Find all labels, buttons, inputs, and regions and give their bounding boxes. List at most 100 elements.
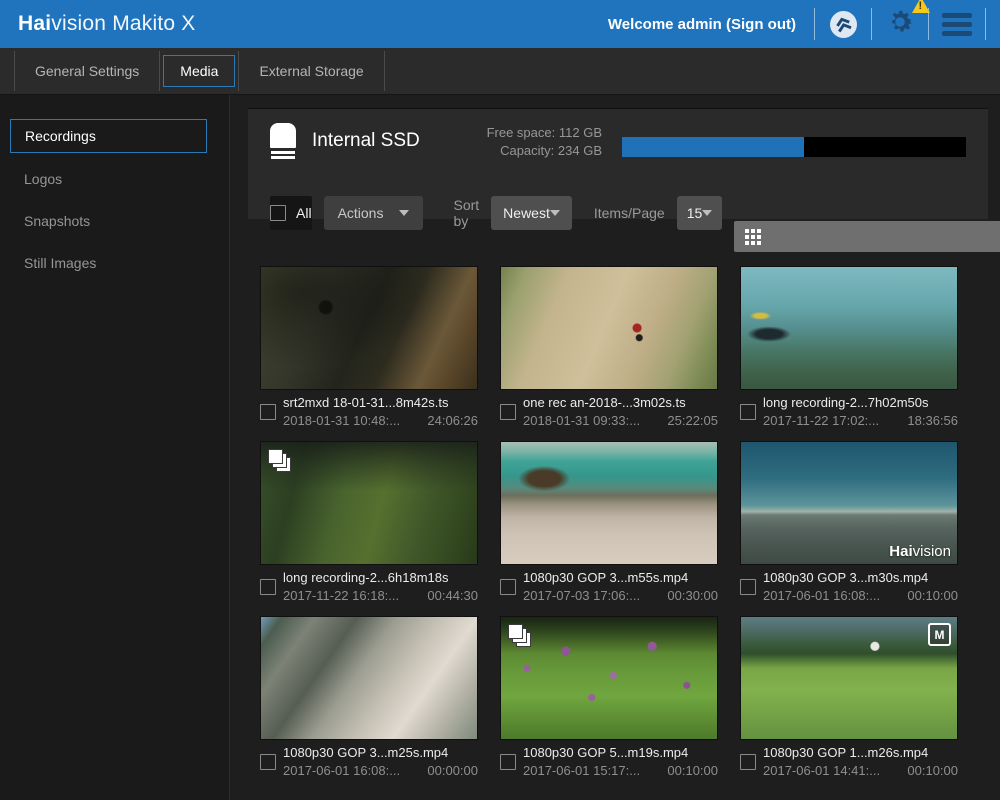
recording-duration: 00:30:00 [667,588,718,603]
recording-text: 1080p30 GOP 3...m30s.mp4 2017-06-01 16:08… [763,570,958,603]
m-badge-icon: M [928,623,951,646]
recording-thumbnail[interactable] [740,266,958,390]
watermark-rest: vision [913,543,951,560]
recording-duration: 24:06:26 [427,413,478,428]
recording-checkbox[interactable] [500,404,516,420]
recording-meta: 1080p30 GOP 3...m30s.mp4 2017-06-01 16:08… [740,570,958,603]
recording-card: 1080p30 GOP 5...m19s.mp4 2017-06-01 15:17… [500,616,718,778]
recording-subline: 2017-06-01 16:08:...00:00:00 [283,763,478,778]
status-button[interactable] [815,0,871,48]
chevron-down-icon [550,210,560,216]
sort-dropdown[interactable]: Newest [491,196,572,230]
sort-by-label: Sort by [453,197,479,229]
items-per-page-dropdown[interactable]: 15 [677,196,723,230]
recording-date: 2017-06-01 16:08:... [763,588,880,603]
recording-checkbox[interactable] [740,579,756,595]
recording-card: long recording-2...7h02m50s 2017-11-22 17… [740,266,958,428]
recording-text: srt2mxd 18-01-31...8m42s.ts2018-01-31 10… [283,395,478,428]
tab-media[interactable]: Media [163,55,235,87]
recording-text: 1080p30 GOP 5...m19s.mp4 2017-06-01 15:17… [523,745,718,778]
storage-info-row: Internal SSD Free space: 112 GB Capacity… [270,121,966,160]
recording-subline: 2017-06-01 14:41:... 00:10:00 [763,763,958,778]
storage-title: Internal SSD [312,130,420,152]
recording-date: 2017-06-01 14:41:... [763,763,880,778]
recording-duration: 00:44:30 [427,588,478,603]
recording-subline: 2017-06-01 15:17:...00:10:00 [523,763,718,778]
grid-view-button[interactable] [734,221,1000,252]
sidebar-item-snapshots[interactable]: Snapshots [0,205,229,237]
select-all-checkbox[interactable] [270,205,286,221]
recording-thumbnail[interactable] [500,266,718,390]
recording-thumbnail[interactable] [260,616,478,740]
recording-date: 2017-06-01 16:08:... [283,763,400,778]
recording-text: one rec an-2018-...3m02s.ts 2018-01-31 09… [523,395,718,428]
recording-checkbox[interactable] [740,754,756,770]
recording-checkbox[interactable] [260,579,276,595]
sidebar-item-logos[interactable]: Logos [0,163,229,195]
recording-duration: 25:22:05 [667,413,718,428]
recording-thumbnail[interactable] [500,441,718,565]
recording-duration: 00:10:00 [907,588,958,603]
recording-filename: 1080p30 GOP 3...m25s.mp4 [283,745,478,760]
recording-card: Haivision 1080p30 GOP 3...m30s.mp4 2017-06… [740,441,958,603]
storage-panel: Internal SSD Free space: 112 GB Capacity… [248,108,988,219]
sidebar-item-recordings[interactable]: Recordings [10,119,207,153]
main-content: Internal SSD Free space: 112 GB Capacity… [230,95,1000,800]
recording-thumbnail[interactable] [260,266,478,390]
recording-card: M 1080p30 GOP 1...m26s.mp42017-06-01 14:4… [740,616,958,778]
recording-text: long recording-2...6h18m18s2017-11-22 16… [283,570,478,603]
recording-filename: 1080p30 GOP 3...m55s.mp4 [523,570,718,585]
recording-checkbox[interactable] [260,404,276,420]
recording-checkbox[interactable] [740,404,756,420]
divider [985,8,986,40]
free-space-line: Free space: 112 GB [487,124,602,142]
recording-card: long recording-2...6h18m18s2017-11-22 16… [260,441,478,603]
recording-subline: 2017-11-22 17:02:...18:36:56 [763,413,958,428]
actions-dropdown[interactable]: Actions [324,196,424,230]
recording-duration: 18:36:56 [907,413,958,428]
recording-filename: long recording-2...7h02m50s [763,395,958,410]
tab-external-storage[interactable]: External Storage [239,55,383,87]
topbar-right: Welcome admin (Sign out) [608,0,986,48]
welcome-user: Welcome admin [608,16,722,33]
select-all-label: All [296,205,312,221]
recording-filename: 1080p30 GOP 3...m30s.mp4 [763,570,958,585]
settings-button[interactable] [872,0,928,48]
recording-checkbox[interactable] [500,754,516,770]
recording-subline: 2018-01-31 09:33:...25:22:05 [523,413,718,428]
recording-text: 1080p30 GOP 1...m26s.mp42017-06-01 14:41… [763,745,958,778]
sidebar-item-still-images[interactable]: Still Images [0,247,229,279]
recording-text: long recording-2...7h02m50s 2017-11-22 17… [763,395,958,428]
status-chevrons-icon [830,11,857,38]
divider [384,51,385,91]
recording-filename: one rec an-2018-...3m02s.ts [523,395,718,410]
recording-subline: 2017-07-03 17:06:...00:30:00 [523,588,718,603]
recording-subline: 2017-11-22 16:18:...00:44:30 [283,588,478,603]
menu-icon [942,13,972,36]
recording-thumbnail[interactable]: M [740,616,958,740]
recording-date: 2018-01-31 10:48:... [283,413,400,428]
recording-thumbnail[interactable] [260,441,478,565]
menu-button[interactable] [929,0,985,48]
capacity-label: Capacity: [500,143,554,158]
recording-card: 1080p30 GOP 3...m55s.mp4 2017-07-03 17:06… [500,441,718,603]
recording-checkbox[interactable] [260,754,276,770]
logo-rest: vision Makito X [51,12,195,35]
app-logo: Haivision Makito X [18,12,196,36]
welcome-text: Welcome admin (Sign out) [608,16,796,33]
tab-general-settings[interactable]: General Settings [15,55,159,87]
free-space-label: Free space: [487,125,556,140]
multi-segment-icon [268,449,294,475]
chevron-down-icon [399,210,409,216]
recording-thumbnail[interactable]: Haivision [740,441,958,565]
recording-duration: 00:10:00 [907,763,958,778]
recording-checkbox[interactable] [500,579,516,595]
haivision-watermark: Haivision [889,543,951,560]
recording-filename: 1080p30 GOP 5...m19s.mp4 [523,745,718,760]
sign-out-link[interactable]: (Sign out) [726,16,796,33]
recording-thumbnail[interactable] [500,616,718,740]
recording-card: one rec an-2018-...3m02s.ts 2018-01-31 09… [500,266,718,428]
recording-meta: 1080p30 GOP 3...m55s.mp4 2017-07-03 17:06… [500,570,718,603]
recording-meta: srt2mxd 18-01-31...8m42s.ts2018-01-31 10… [260,395,478,428]
warning-badge-icon [912,0,930,13]
